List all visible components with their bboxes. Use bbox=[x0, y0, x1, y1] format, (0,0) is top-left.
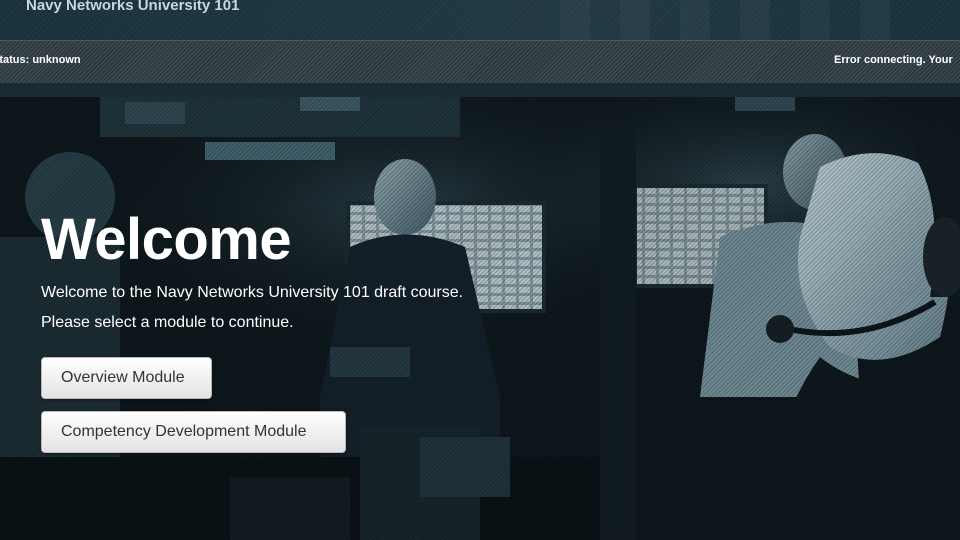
course-intro-text: Welcome to the Navy Networks University … bbox=[41, 284, 464, 301]
connection-error-text: Error connecting. Your bbox=[834, 54, 953, 66]
competency-development-module-button[interactable]: Competency Development Module bbox=[41, 411, 346, 453]
app-window: Navy Networks University 101 Status: unk… bbox=[0, 0, 960, 540]
status-bar: Status: unknown Error connecting. Your bbox=[0, 40, 960, 84]
welcome-heading: Welcome bbox=[41, 207, 292, 272]
connection-status-text: Status: unknown bbox=[0, 54, 81, 66]
title-bar-decoration bbox=[560, 0, 920, 40]
app-title: Navy Networks University 101 bbox=[26, 0, 240, 14]
overview-module-button[interactable]: Overview Module bbox=[41, 357, 212, 399]
module-instruction-text: Please select a module to continue. bbox=[41, 314, 294, 331]
title-bar: Navy Networks University 101 bbox=[0, 0, 960, 40]
header-divider bbox=[0, 83, 960, 97]
